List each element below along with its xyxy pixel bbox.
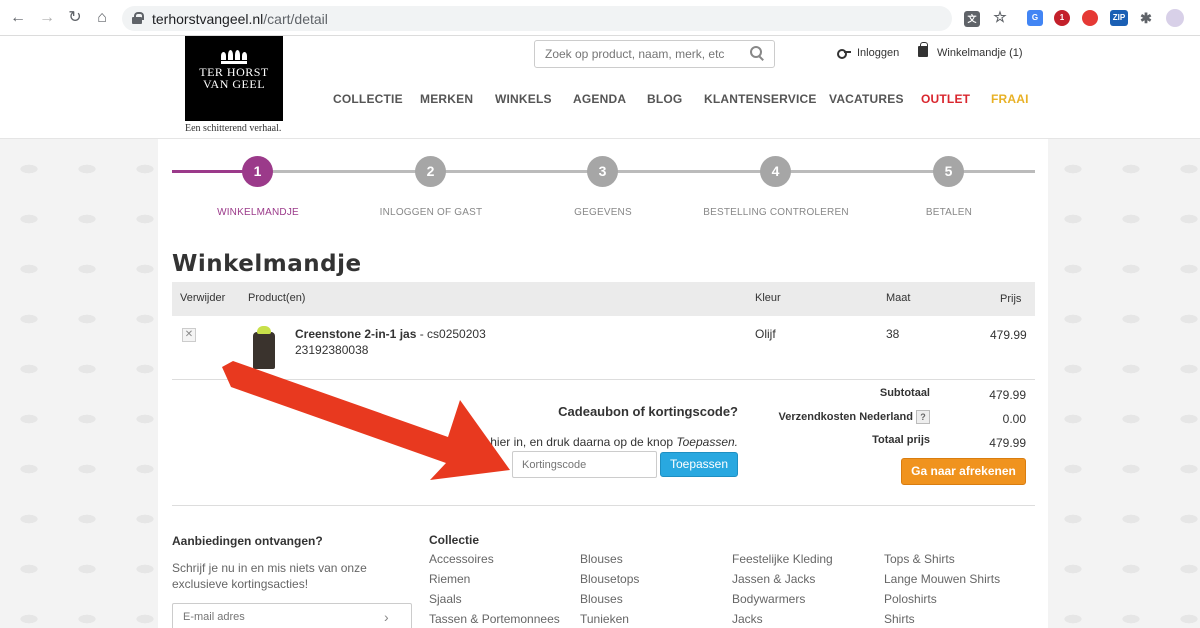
column-header-size: Maat bbox=[886, 292, 911, 304]
step-2-label: INLOGGEN OF GAST bbox=[379, 207, 483, 218]
footer-link[interactable]: Tops & Shirts bbox=[884, 552, 955, 566]
shipping-value: 0.00 bbox=[1002, 412, 1026, 426]
column-header-product: Product(en) bbox=[248, 292, 306, 304]
product-name[interactable]: Creenstone 2-in-1 jas bbox=[295, 327, 416, 341]
nav-outlet[interactable]: OUTLET bbox=[921, 92, 970, 106]
extensions-puzzle-icon[interactable]: ✱ bbox=[1138, 10, 1154, 26]
newsletter-email-input[interactable] bbox=[172, 603, 412, 628]
login-link[interactable]: Inloggen bbox=[857, 47, 899, 59]
key-icon bbox=[837, 47, 851, 59]
footer-link[interactable]: Feestelijke Kleding bbox=[732, 552, 833, 566]
step-2-circle: 2 bbox=[415, 156, 446, 187]
subtotal-label: Subtotaal bbox=[879, 387, 930, 399]
nav-merken[interactable]: MERKEN bbox=[420, 92, 473, 106]
table-row: ✕ Creenstone 2-in-1 jas - cs0250203 2319… bbox=[172, 316, 1035, 380]
footer-link[interactable]: Riemen bbox=[429, 572, 470, 586]
voucher-code-input[interactable] bbox=[512, 451, 657, 478]
footer-link[interactable]: Blouses bbox=[580, 592, 623, 606]
url-text: terhorstvangeel.nl/cart/detail bbox=[152, 11, 328, 27]
nav-agenda[interactable]: AGENDA bbox=[573, 92, 626, 106]
nav-vacatures[interactable]: VACATURES bbox=[829, 92, 904, 106]
footer-link[interactable]: Lange Mouwen Shirts bbox=[884, 572, 1000, 586]
step-4-circle: 4 bbox=[760, 156, 791, 187]
home-icon[interactable]: ⌂ bbox=[92, 8, 112, 28]
footer-link[interactable]: Jacks bbox=[732, 612, 763, 626]
total-value: 479.99 bbox=[989, 436, 1026, 450]
step-1-label: WINKELMANDJE bbox=[217, 207, 299, 218]
column-header-price: Prijs bbox=[1000, 293, 1022, 305]
nav-collectie[interactable]: COLLECTIE bbox=[333, 92, 403, 106]
nav-fraai[interactable]: FRAAI bbox=[991, 92, 1029, 106]
reload-icon[interactable]: ↻ bbox=[65, 8, 85, 28]
logo-text: TER HORST VAN GEEL bbox=[199, 65, 269, 91]
cart-table-header: Verwijder Product(en) Kleur Maat Prijs bbox=[172, 282, 1035, 316]
step-3-circle: 3 bbox=[587, 156, 618, 187]
subtotal-value: 479.99 bbox=[989, 388, 1026, 402]
footer-link[interactable]: Bodywarmers bbox=[732, 592, 805, 606]
cart-link[interactable]: Winkelmandje (1) bbox=[937, 47, 1023, 59]
step-5-circle: 5 bbox=[933, 156, 964, 187]
translate-icon[interactable]: 文 bbox=[964, 11, 980, 27]
footer-link[interactable]: Blouses bbox=[580, 552, 623, 566]
step-4-label: BESTELLING CONTROLEREN bbox=[703, 207, 849, 218]
lock-icon bbox=[132, 12, 144, 24]
google-translate-ext-icon[interactable]: G bbox=[1027, 10, 1043, 26]
step-1-circle: 1 bbox=[242, 156, 273, 187]
column-header-remove: Verwijder bbox=[180, 292, 226, 304]
footer-link[interactable]: Shirts bbox=[884, 612, 915, 626]
cart-content: 1 2 3 4 5 WINKELMANDJE INLOGGEN OF GAST … bbox=[158, 139, 1048, 628]
remove-item-button[interactable]: ✕ bbox=[182, 328, 196, 342]
newsletter-heading: Aanbiedingen ontvangen? bbox=[172, 534, 323, 548]
footer-link[interactable]: Accessoires bbox=[429, 552, 494, 566]
profile-avatar[interactable] bbox=[1166, 9, 1184, 27]
footer-link[interactable]: Tassen & Portemonnees bbox=[429, 612, 560, 626]
column-header-color: Kleur bbox=[755, 292, 781, 304]
product-ean: 23192380038 bbox=[295, 343, 369, 357]
address-bar[interactable]: terhorstvangeel.nl/cart/detail 文 ☆ bbox=[122, 6, 1007, 31]
crown-icon bbox=[219, 50, 249, 64]
page-title: Winkelmandje bbox=[172, 251, 362, 277]
chevron-right-icon[interactable]: › bbox=[384, 609, 396, 625]
nav-klantenservice[interactable]: KLANTENSERVICE bbox=[704, 92, 817, 106]
nav-winkels[interactable]: WINKELS bbox=[495, 92, 552, 106]
voucher-heading: Cadeaubon of kortingscode? bbox=[558, 404, 738, 419]
zip-ext-icon[interactable]: ZIP bbox=[1110, 10, 1128, 26]
product-size: 38 bbox=[886, 327, 900, 341]
product-title[interactable]: Creenstone 2-in-1 jas - cs0250203 bbox=[295, 327, 486, 341]
step-5-label: BETALEN bbox=[925, 207, 973, 218]
nav-blog[interactable]: BLOG bbox=[647, 92, 682, 106]
footer-link[interactable]: Jassen & Jacks bbox=[732, 572, 815, 586]
star-icon[interactable]: ☆ bbox=[992, 10, 1008, 26]
logo-tagline: Een schitterend verhaal. bbox=[185, 123, 282, 134]
voucher-instructions: hier in, en druk daarna op de knop Toepa… bbox=[490, 435, 738, 449]
total-label: Totaal prijs bbox=[872, 434, 930, 446]
search-input[interactable] bbox=[534, 40, 775, 68]
forward-icon[interactable]: → bbox=[37, 8, 57, 28]
product-thumbnail[interactable] bbox=[251, 326, 277, 369]
search-icon[interactable] bbox=[750, 46, 764, 60]
product-sku: - cs0250203 bbox=[416, 327, 486, 341]
back-icon[interactable]: ← bbox=[8, 8, 28, 28]
shopping-bag-icon bbox=[918, 42, 928, 57]
site-header: TER HORST VAN GEEL Een schitterend verhaa… bbox=[0, 36, 1200, 139]
shipping-help-icon[interactable]: ? bbox=[916, 410, 930, 424]
footer-link[interactable]: Sjaals bbox=[429, 592, 462, 606]
site-logo[interactable]: TER HORST VAN GEEL bbox=[185, 36, 283, 121]
product-color: Olijf bbox=[755, 327, 776, 341]
checkout-button[interactable]: Ga naar afrekenen bbox=[901, 458, 1026, 485]
footer-link[interactable]: Poloshirts bbox=[884, 592, 937, 606]
shipping-label: Verzendkosten Nederland? bbox=[779, 410, 930, 424]
step-3-label: GEGEVENS bbox=[574, 207, 632, 218]
product-price: 479.99 bbox=[990, 328, 1027, 342]
footer-link[interactable]: Tunieken bbox=[580, 612, 629, 626]
adblock-ext-icon[interactable]: 1 bbox=[1054, 10, 1070, 26]
browser-toolbar: ← → ↻ ⌂ terhorstvangeel.nl/cart/detail 文… bbox=[0, 0, 1200, 36]
collection-heading: Collectie bbox=[429, 533, 480, 547]
newsletter-text: Schrijf je nu in en mis niets van onze e… bbox=[172, 561, 367, 591]
apply-voucher-button[interactable]: Toepassen bbox=[660, 452, 738, 477]
footer-link[interactable]: Blousetops bbox=[580, 572, 639, 586]
progress-line bbox=[258, 170, 1035, 173]
section-divider bbox=[172, 505, 1035, 506]
pokeball-ext-icon[interactable] bbox=[1082, 10, 1098, 26]
